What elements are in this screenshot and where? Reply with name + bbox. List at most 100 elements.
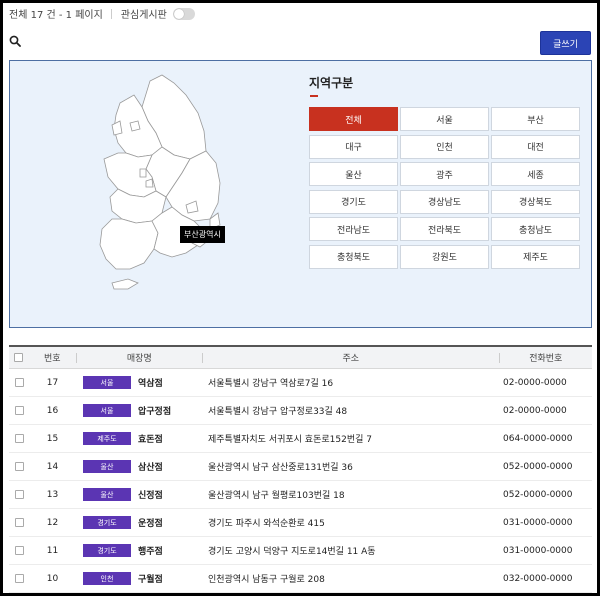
address-cell: 울산광역시 남구 삼산중로131번길 36 xyxy=(208,463,353,473)
region-button[interactable]: 울산 xyxy=(309,162,398,186)
store-name-cell: 제주도 효돈점 xyxy=(76,432,202,445)
address-cell: 제주특별자치도 서귀포시 효돈로152번길 7 xyxy=(208,435,372,445)
region-button[interactable]: 광주 xyxy=(400,162,489,186)
region-button[interactable]: 전라북도 xyxy=(400,217,489,241)
phone-cell: 031-0000-0000 xyxy=(503,517,573,528)
table-row[interactable]: 13 울산 신정점 울산광역시 남구 월평로103번길 18 052-0000-0000 xyxy=(9,481,592,509)
table-row[interactable]: 10 인천 구월점 인천광역시 남동구 구월로 208 032-0000-0000 xyxy=(9,565,592,593)
map-region-jeonnam[interactable] xyxy=(99,218,159,270)
store-name-cell: 인천 구월점 xyxy=(76,572,202,585)
map-region-jeju[interactable] xyxy=(111,278,139,290)
table-body: 17 서울 역삼점 서울특별시 강남구 역삼로7길 16 02-0000-0000 16 서… xyxy=(9,369,592,593)
region-button[interactable]: 인천 xyxy=(400,134,489,159)
map-region-sejong[interactable] xyxy=(139,168,147,178)
table-row[interactable]: 14 울산 삼산점 울산광역시 남구 삼산중로131번길 36 052-0000-000… xyxy=(9,453,592,481)
row-number: 10 xyxy=(46,573,59,584)
header-num: 번호 xyxy=(43,354,61,364)
row-check-cell xyxy=(9,434,29,443)
store-table: 번호 매장명 주소 전화번호 17 서울 역삼점 서울특별시 강남구 역삼로7길 16… xyxy=(9,345,592,593)
row-checkbox[interactable] xyxy=(14,462,24,471)
header-name: 매장명 xyxy=(126,354,152,364)
page: 전체 17 건 - 1 페이지 관심게시판 글쓰기 부산광역시 지역구분 전체 … xyxy=(3,3,597,593)
row-checkbox[interactable] xyxy=(14,574,24,583)
row-number: 17 xyxy=(46,377,59,388)
phone-cell: 064-0000-0000 xyxy=(503,433,573,444)
map-region-chungnam[interactable] xyxy=(103,152,157,198)
region-button[interactable]: 경기도 xyxy=(309,189,398,214)
address-cell: 경기도 파주시 와석순환로 415 xyxy=(208,519,325,529)
region-button[interactable]: 제주도 xyxy=(491,244,580,269)
store-name-link[interactable]: 신정점 xyxy=(138,488,163,501)
region-button[interactable]: 전라남도 xyxy=(309,217,398,241)
region-title: 지역구분 xyxy=(309,76,354,90)
address-cell: 서울특별시 강남구 역삼로7길 16 xyxy=(208,379,334,389)
store-name-cell: 울산 신정점 xyxy=(76,488,202,501)
region-button[interactable]: 경상남도 xyxy=(400,189,489,214)
row-number: 13 xyxy=(46,489,59,500)
region-button[interactable]: 충청남도 xyxy=(491,217,580,241)
store-name-link[interactable]: 압구정점 xyxy=(138,404,171,417)
phone-cell: 032-0000-0000 xyxy=(503,573,573,584)
row-checkbox[interactable] xyxy=(14,518,24,527)
region-tag: 울산 xyxy=(83,460,131,473)
row-check-cell xyxy=(9,378,29,387)
region-button[interactable]: 세종 xyxy=(491,162,580,186)
region-button[interactable]: 충청북도 xyxy=(309,244,398,269)
region-button[interactable]: 대구 xyxy=(309,134,398,159)
address-cell: 서울특별시 강남구 압구정로33길 48 xyxy=(208,407,348,417)
row-check-cell xyxy=(9,546,29,555)
total-count-text: 전체 17 건 - 1 페이지 xyxy=(9,10,103,21)
table-row[interactable]: 17 서울 역삼점 서울특별시 강남구 역삼로7길 16 02-0000-0000 xyxy=(9,369,592,397)
phone-cell: 02-0000-0000 xyxy=(503,377,567,388)
row-number: 16 xyxy=(46,405,59,416)
store-name-link[interactable]: 삼산점 xyxy=(138,460,163,473)
select-all-checkbox[interactable] xyxy=(14,353,24,362)
region-button[interactable]: 부산 xyxy=(491,107,580,131)
table-row[interactable]: 11 경기도 행주점 경기도 고양시 덕양구 지도로14번길 11 A동 031-000… xyxy=(9,537,592,565)
row-number: 15 xyxy=(46,433,59,444)
row-checkbox[interactable] xyxy=(14,378,24,387)
header-phone: 전화번호 xyxy=(529,354,563,364)
table-row[interactable]: 16 서울 압구정점 서울특별시 강남구 압구정로33길 48 02-0000-0000 xyxy=(9,397,592,425)
region-map-panel: 부산광역시 지역구분 전체 서울 부산대구 인천 대전울산 광주 세종경기도 경상남도 경상북도… xyxy=(9,60,592,328)
region-button[interactable]: 대전 xyxy=(491,134,580,159)
region-button[interactable]: 경상북도 xyxy=(491,189,580,214)
divider xyxy=(110,8,112,19)
store-name-link[interactable]: 효돈점 xyxy=(138,432,163,445)
store-name-cell: 경기도 운정점 xyxy=(76,516,202,529)
store-name-cell: 경기도 행주점 xyxy=(76,544,202,557)
map-tooltip: 부산광역시 xyxy=(180,226,225,243)
title-underline xyxy=(310,95,318,97)
store-name-link[interactable]: 행주점 xyxy=(138,544,163,557)
row-number: 11 xyxy=(46,545,59,556)
table-row[interactable]: 12 경기도 운정점 경기도 파주시 와석순환로 415 031-0000-0000 xyxy=(9,509,592,537)
region-button[interactable]: 서울 xyxy=(400,107,489,131)
region-tag: 서울 xyxy=(83,404,131,417)
region-tag: 울산 xyxy=(83,488,131,501)
map-region-incheon[interactable] xyxy=(111,120,123,136)
store-name-link[interactable]: 구월점 xyxy=(138,572,163,585)
address-cell: 울산광역시 남구 월평로103번길 18 xyxy=(208,491,345,501)
korea-map xyxy=(99,74,221,290)
region-button[interactable]: 강원도 xyxy=(400,244,489,269)
store-name-link[interactable]: 역삼점 xyxy=(138,376,163,389)
store-name-cell: 울산 삼산점 xyxy=(76,460,202,473)
phone-cell: 052-0000-0000 xyxy=(503,489,573,500)
region-button[interactable]: 전체 xyxy=(309,107,398,131)
toggle-knob xyxy=(173,8,184,19)
map-region-seoul[interactable] xyxy=(129,120,141,132)
row-checkbox[interactable] xyxy=(14,406,24,415)
write-button[interactable]: 글쓰기 xyxy=(540,31,591,55)
row-checkbox[interactable] xyxy=(14,490,24,499)
store-name-cell: 서울 역삼점 xyxy=(76,376,202,389)
store-name-link[interactable]: 운정점 xyxy=(138,516,163,529)
row-checkbox[interactable] xyxy=(14,434,24,443)
table-row[interactable]: 15 제주도 효돈점 제주특별자치도 서귀포시 효돈로152번길 7 064-0000-… xyxy=(9,425,592,453)
search-icon[interactable] xyxy=(9,35,21,47)
row-check-cell xyxy=(9,518,29,527)
board-summary-bar: 전체 17 건 - 1 페이지 관심게시판 xyxy=(9,6,195,21)
row-checkbox[interactable] xyxy=(14,546,24,555)
table-header: 번호 매장명 주소 전화번호 xyxy=(9,347,592,369)
favorite-board-toggle[interactable] xyxy=(172,7,195,20)
row-check-cell xyxy=(9,490,29,499)
